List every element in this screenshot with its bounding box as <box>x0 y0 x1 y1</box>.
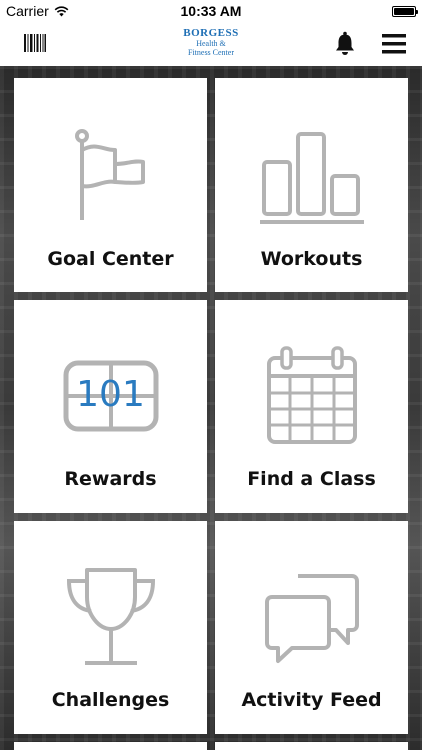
activity-feed-tile[interactable]: Activity Feed <box>215 521 408 734</box>
logo-subtitle-line2: Fitness Center <box>188 48 234 57</box>
find-a-class-tile[interactable]: Find a Class <box>215 300 408 513</box>
rewards-tile[interactable]: 101 Rewards <box>14 300 207 513</box>
bell-icon[interactable] <box>334 31 356 55</box>
chat-bubbles-icon <box>264 574 359 663</box>
next-tile-partial[interactable] <box>14 742 207 750</box>
flag-icon <box>74 129 145 220</box>
battery-icon <box>392 4 418 20</box>
status-bar: Carrier 10:33 AM <box>0 0 422 22</box>
rewards-number: 101 <box>76 374 145 415</box>
tile-label: Find a Class <box>247 468 376 490</box>
next-tile-partial[interactable] <box>215 742 408 750</box>
nav-bar: BORGESS Health & Fitness Center <box>0 22 422 66</box>
logo-subtitle-line1: Health & <box>196 39 226 48</box>
tile-label: Workouts <box>260 248 363 270</box>
logo-wordmark: BORGESS <box>183 27 239 39</box>
clock: 10:33 AM <box>180 3 242 19</box>
calendar-icon <box>266 346 357 444</box>
challenges-tile[interactable]: Challenges <box>14 521 207 734</box>
tile-label: Goal Center <box>47 248 174 270</box>
trophy-icon <box>66 568 155 665</box>
hamburger-menu-icon[interactable] <box>382 34 406 54</box>
bar-chart-icon <box>259 132 364 224</box>
goal-center-tile[interactable]: Goal Center <box>14 78 207 292</box>
tile-label: Activity Feed <box>241 689 382 711</box>
workouts-tile[interactable]: Workouts <box>215 78 408 292</box>
tile-label: Challenges <box>51 689 170 711</box>
borgess-logo: BORGESS Health & Fitness Center <box>0 28 422 57</box>
tile-label: Rewards <box>64 468 157 490</box>
